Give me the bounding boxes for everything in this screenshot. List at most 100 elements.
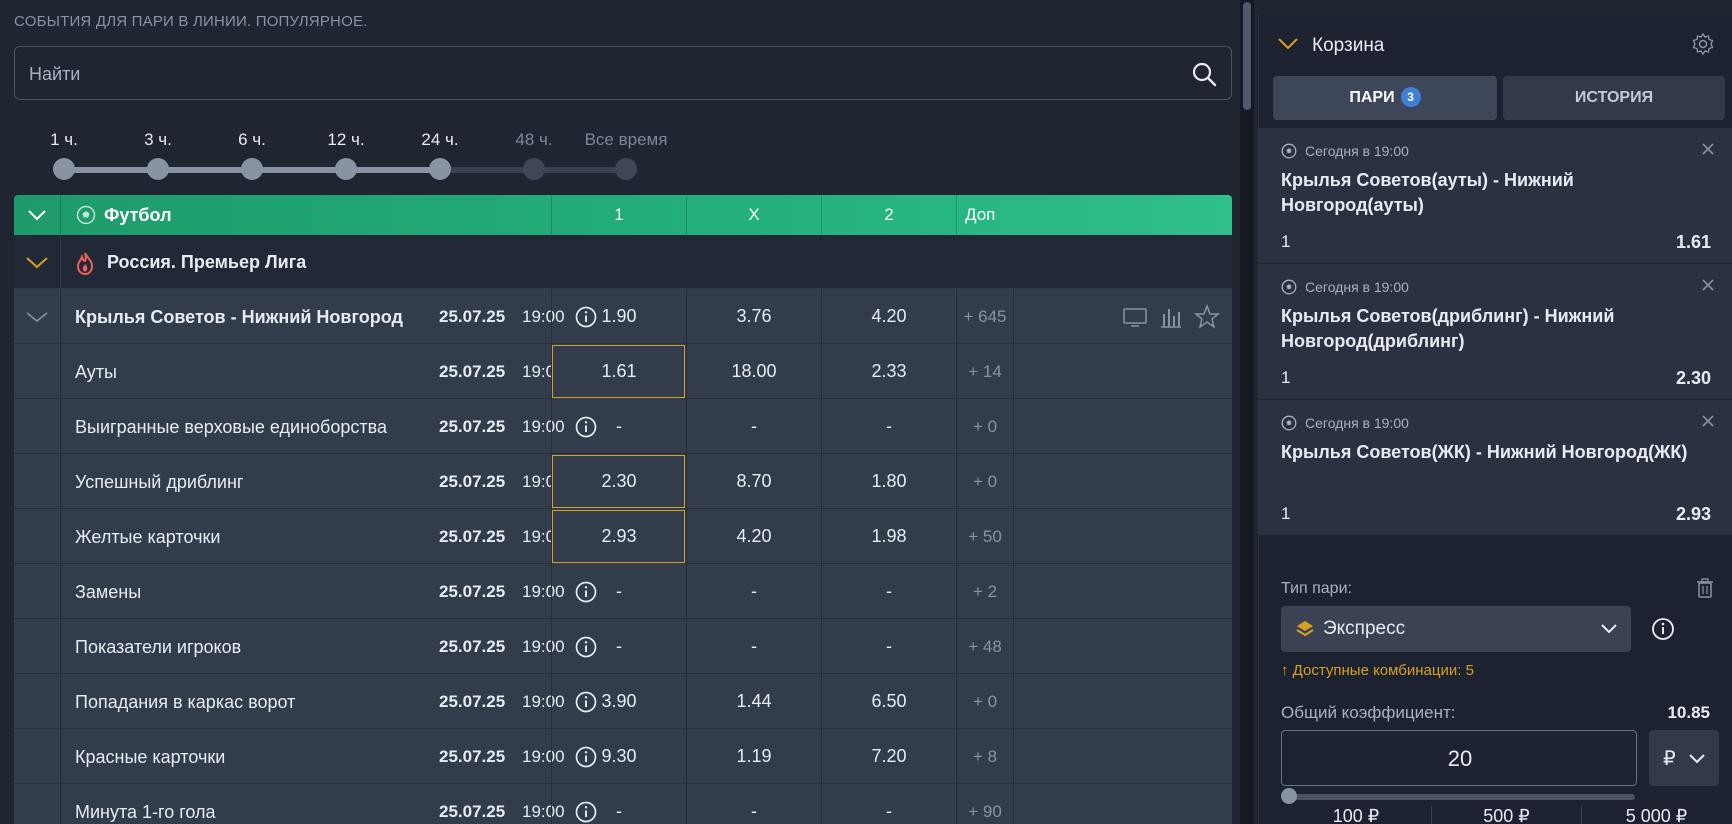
odd-1[interactable]: - [551,619,686,674]
odd-x[interactable]: - [686,399,821,454]
odd-x[interactable]: - [686,619,821,674]
odd-1[interactable]: 1.61 [551,344,686,399]
odd-x[interactable]: 3.76 [686,289,821,344]
league-collapse-toggle[interactable] [14,235,61,289]
search-icon[interactable] [1191,61,1217,87]
odd-1[interactable]: 2.30 [551,454,686,509]
odd-x[interactable]: 18.00 [686,344,821,399]
more-markets[interactable]: + 2 [956,564,1014,619]
range-dot-1h[interactable] [53,158,75,180]
range-label-48h[interactable]: 48 ч. [515,130,552,150]
close-icon[interactable] [1701,278,1715,292]
stake-slider-handle[interactable] [1281,788,1297,804]
range-label-24h[interactable]: 24 ч. [421,130,458,150]
odd-1[interactable]: 1.90 [551,289,686,344]
odd-1[interactable]: - [551,564,686,619]
market-name[interactable]: Минута 1-го гола [75,802,216,823]
odd-x[interactable]: - [686,564,821,619]
odd-x[interactable]: 4.20 [686,509,821,564]
odd-2[interactable]: 1.98 [821,509,956,564]
market-row[interactable]: Замены 25.07.25 19:00- - - + 2 [14,564,1232,619]
market-name[interactable]: Красные карточки [75,747,225,768]
more-markets[interactable]: + 8 [956,729,1014,784]
range-dot-12h[interactable] [335,158,357,180]
tab-history[interactable]: ИСТОРИЯ [1503,76,1725,120]
quick-amount-500[interactable]: 500 ₽ [1431,806,1581,824]
odd-2[interactable]: - [821,399,956,454]
bet-slip-item[interactable]: Сегодня в 19:00 Крылья Советов(дриблинг) … [1259,263,1732,399]
stake-input[interactable]: 20 [1281,730,1637,786]
odd-2[interactable]: 4.20 [821,289,956,344]
currency-select[interactable]: ₽ [1649,730,1719,786]
range-dot-6h[interactable] [241,158,263,180]
chevron-down-icon[interactable] [1277,34,1299,52]
stake-slider[interactable] [1289,794,1635,800]
match-collapse-toggle[interactable] [14,289,61,344]
odd-x[interactable]: 1.44 [686,674,821,729]
range-dot-all[interactable] [615,158,637,180]
search-input[interactable]: Найти [14,46,1232,100]
odd-x[interactable]: 8.70 [686,454,821,509]
market-row[interactable]: Ауты 25.07.25 19:00 1.61 18.00 2.33 + 14 [14,344,1232,399]
market-row[interactable]: Показатели игроков 25.07.25 19:00- - - + 48 [14,619,1232,674]
odd-2[interactable]: - [821,619,956,674]
market-name[interactable]: Ауты [75,362,117,383]
trash-icon[interactable] [1696,578,1714,598]
range-dot-24h[interactable] [429,158,451,180]
available-combinations[interactable]: ↑ Доступные комбинации: 5 [1281,662,1474,679]
more-markets[interactable]: + 50 [956,509,1014,564]
more-markets[interactable]: + 645 [956,289,1014,344]
stats-icon[interactable] [1158,304,1184,330]
odd-2[interactable]: 1.80 [821,454,956,509]
quick-amount-5000[interactable]: 5 000 ₽ [1581,806,1731,824]
odd-1[interactable]: 3.90 [551,674,686,729]
market-row[interactable]: Выигранные верховые единоборства 25.07.25… [14,399,1232,454]
more-markets[interactable]: + 48 [956,619,1014,674]
range-label-12h[interactable]: 12 ч. [327,130,364,150]
bet-type-select[interactable]: Экспресс [1281,606,1631,652]
odd-2[interactable]: 7.20 [821,729,956,784]
range-dot-3h[interactable] [147,158,169,180]
market-row[interactable]: Красные карточки 25.07.25 19:00 9.30 1.19 7.2… [14,729,1232,784]
market-name[interactable]: Успешный дриблинг [75,472,244,493]
league-row[interactable]: Россия. Премьер Лига [14,235,1232,289]
close-icon[interactable] [1701,142,1715,156]
market-name[interactable]: Крылья Советов - Нижний Новгород [75,307,403,328]
market-name[interactable]: Попадания в каркас ворот [75,692,295,713]
gear-icon[interactable] [1691,32,1715,56]
market-name[interactable]: Желтые карточки [75,527,220,548]
more-markets[interactable]: + 0 [956,674,1014,729]
market-name[interactable]: Замены [75,582,141,603]
tv-icon[interactable] [1122,304,1148,330]
quick-amount-100[interactable]: 100 ₽ [1281,806,1431,824]
more-markets[interactable]: + 14 [956,344,1014,399]
bet-slip-item[interactable]: Сегодня в 19:00 Крылья Советов(ЖК) - Нижн… [1259,399,1732,535]
close-icon[interactable] [1701,414,1715,428]
market-row[interactable]: Попадания в каркас ворот 25.07.25 19:00 3.9… [14,674,1232,729]
bet-slip-item[interactable]: Сегодня в 19:00 Крылья Советов(ауты) - Ни… [1259,127,1732,263]
time-range-slider[interactable]: 1 ч. 3 ч. 6 ч. 12 ч. 24 ч. 48 ч. Все вре… [40,126,667,186]
market-name[interactable]: Выигранные верховые единоборства [75,417,387,438]
market-name[interactable]: Показатели игроков [75,637,241,658]
odd-1[interactable]: - [551,784,686,824]
star-icon[interactable] [1194,304,1220,330]
odd-x[interactable]: 1.19 [686,729,821,784]
odd-x[interactable]: - [686,784,821,824]
odd-2[interactable]: - [821,784,956,824]
cart-header[interactable]: Корзина [1259,14,1732,74]
more-markets[interactable]: + 90 [956,784,1014,824]
odd-2[interactable]: 6.50 [821,674,956,729]
odd-1[interactable]: 2.93 [551,509,686,564]
scrollbar[interactable] [1240,0,1254,824]
range-label-all[interactable]: Все время [585,130,668,150]
match-row[interactable]: Крылья Советов - Нижний Новгород 25.07.25… [14,289,1232,344]
range-label-1h[interactable]: 1 ч. [50,130,78,150]
market-row[interactable]: Успешный дриблинг 25.07.25 19:00 2.30 8.70 1.… [14,454,1232,509]
range-label-6h[interactable]: 6 ч. [238,130,266,150]
more-markets[interactable]: + 0 [956,399,1014,454]
odd-2[interactable]: 2.33 [821,344,956,399]
range-dot-48h[interactable] [523,158,545,180]
odd-2[interactable]: - [821,564,956,619]
odd-1[interactable]: 9.30 [551,729,686,784]
range-label-3h[interactable]: 3 ч. [144,130,172,150]
